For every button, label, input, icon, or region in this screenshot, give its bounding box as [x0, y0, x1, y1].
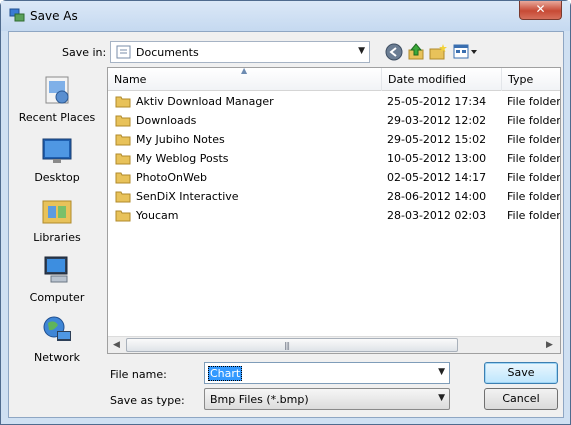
- file-name-cell: My Jubiho Notes: [136, 133, 225, 146]
- save-as-dialog: Save As ✕ Save in: Documents ▼ Recent Pl…: [0, 0, 571, 425]
- folder-icon: [115, 96, 131, 108]
- save-in-value: Documents: [136, 46, 199, 59]
- scroll-left-icon[interactable]: ◀: [113, 340, 120, 350]
- place-computer[interactable]: Computer: [10, 253, 104, 304]
- list-header: ▲ Name Date modified Type: [108, 68, 560, 91]
- file-name-label: File name:: [110, 368, 167, 381]
- save-button[interactable]: Save: [484, 362, 558, 384]
- file-name-cell: Downloads: [136, 114, 197, 127]
- type-cell: File folder: [507, 209, 560, 222]
- folder-icon: [115, 172, 131, 184]
- date-modified-cell: 25-05-2012 17:34: [387, 95, 487, 108]
- app-icon: [9, 8, 25, 22]
- list-item[interactable]: My Jubiho Notes 29-05-2012 15:02 File fold…: [108, 130, 560, 149]
- recent-places-icon: [45, 76, 69, 104]
- horizontal-scrollbar[interactable]: ◀ ||| ▶: [108, 336, 560, 353]
- file-name-cell: PhotoOnWeb: [136, 171, 207, 184]
- file-name-input[interactable]: Chart ▼: [204, 362, 450, 384]
- save-in-label: Save in:: [62, 46, 107, 59]
- back-arrow-icon[interactable]: [385, 43, 403, 61]
- list-item[interactable]: Youcam 28-03-2012 02:03 File folder: [108, 206, 560, 225]
- column-header-name[interactable]: Name: [108, 68, 382, 91]
- date-modified-cell: 02-05-2012 14:17: [387, 171, 487, 184]
- column-header-type[interactable]: Type: [502, 68, 560, 91]
- save-as-type-label: Save as type:: [110, 394, 185, 407]
- computer-icon: [44, 256, 68, 283]
- date-modified-cell: 29-05-2012 15:02: [387, 133, 487, 146]
- file-list[interactable]: ▲ Name Date modified Type Aktiv Download…: [107, 67, 561, 354]
- up-folder-icon[interactable]: [407, 43, 425, 61]
- place-recent-places[interactable]: Recent Places: [10, 73, 104, 124]
- list-item[interactable]: My Weblog Posts 10-05-2012 13:00 File fold…: [108, 149, 560, 168]
- date-modified-cell: 10-05-2012 13:00: [387, 152, 487, 165]
- date-modified-cell: 28-03-2012 02:03: [387, 209, 487, 222]
- place-desktop[interactable]: Desktop: [10, 133, 104, 184]
- list-item[interactable]: Downloads 29-03-2012 12:02 File folder: [108, 111, 560, 130]
- folder-icon: [115, 115, 131, 127]
- folder-icon: [115, 210, 131, 222]
- file-name-cell: Aktiv Download Manager: [136, 95, 274, 108]
- type-cell: File folder: [507, 95, 560, 108]
- network-icon: [43, 316, 71, 341]
- cancel-button[interactable]: Cancel: [484, 388, 558, 410]
- file-name-cell: SenDiX Interactive: [136, 190, 239, 203]
- place-network[interactable]: Network: [10, 313, 104, 364]
- place-libraries[interactable]: Libraries: [10, 193, 104, 244]
- scroll-right-icon[interactable]: ▶: [546, 340, 553, 350]
- chevron-down-icon: ▼: [438, 393, 445, 403]
- chevron-down-icon: ▼: [358, 46, 365, 56]
- type-cell: File folder: [507, 152, 560, 165]
- documents-icon: [116, 45, 131, 59]
- date-modified-cell: 29-03-2012 12:02: [387, 114, 487, 127]
- save-in-dropdown[interactable]: Documents ▼: [110, 41, 370, 63]
- window-title: Save As: [30, 9, 78, 23]
- column-header-date-modified[interactable]: Date modified: [382, 68, 502, 91]
- folder-icon: [115, 153, 131, 165]
- file-name-cell: My Weblog Posts: [136, 152, 229, 165]
- desktop-icon: [42, 138, 72, 163]
- views-menu-icon[interactable]: [453, 43, 479, 61]
- new-folder-icon[interactable]: [429, 43, 447, 61]
- type-cell: File folder: [507, 190, 560, 203]
- grip-icon: |||: [284, 341, 290, 350]
- file-name-cell: Youcam: [136, 209, 179, 222]
- list-item[interactable]: PhotoOnWeb 02-05-2012 14:17 File folder: [108, 168, 560, 187]
- file-name-value: Chart: [208, 366, 243, 381]
- title-bar[interactable]: Save As ✕: [1, 1, 570, 31]
- chevron-down-icon[interactable]: ▼: [438, 367, 445, 377]
- type-cell: File folder: [507, 171, 560, 184]
- save-as-type-value: Bmp Files (*.bmp): [210, 393, 309, 406]
- date-modified-cell: 28-06-2012 14:00: [387, 190, 487, 203]
- folder-icon: [115, 134, 131, 146]
- type-cell: File folder: [507, 114, 560, 127]
- list-item[interactable]: SenDiX Interactive 28-06-2012 14:00 File f…: [108, 187, 560, 206]
- close-button[interactable]: ✕: [519, 1, 562, 20]
- scroll-thumb[interactable]: |||: [126, 338, 458, 352]
- folder-icon: [115, 191, 131, 203]
- dialog-body: Save in: Documents ▼ Recent Places Deskt…: [8, 31, 564, 418]
- libraries-icon: [42, 200, 72, 224]
- type-cell: File folder: [507, 133, 560, 146]
- save-as-type-dropdown[interactable]: Bmp Files (*.bmp) ▼: [204, 388, 450, 410]
- list-item[interactable]: Aktiv Download Manager 25-05-2012 17:34 Fi…: [108, 92, 560, 111]
- places-bar: Recent Places Desktop Libraries Computer…: [10, 67, 104, 367]
